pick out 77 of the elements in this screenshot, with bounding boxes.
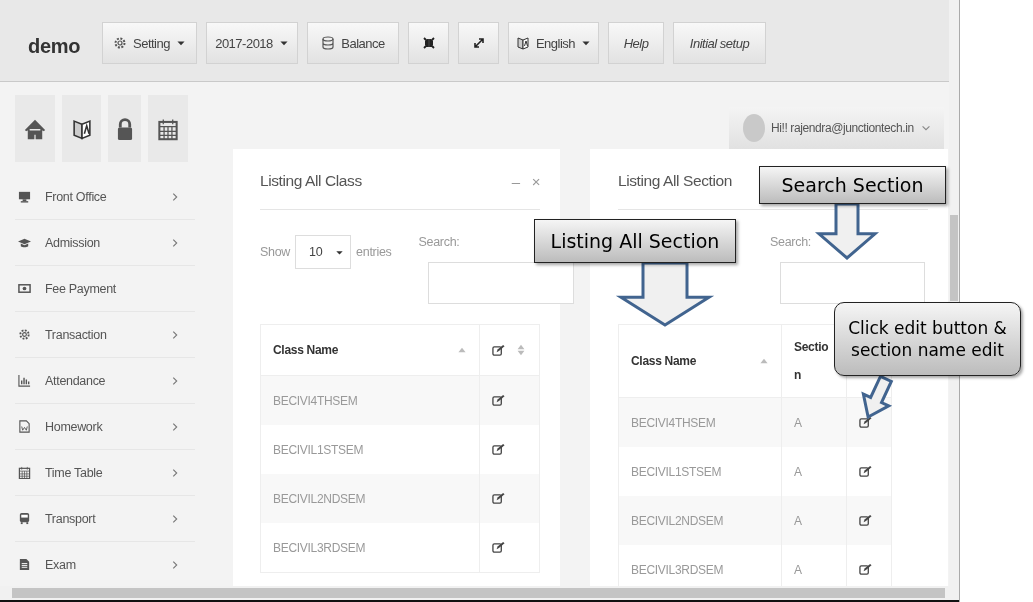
- translate-icon: [515, 36, 530, 50]
- monitor-icon: [18, 190, 31, 203]
- edit-icon: [859, 563, 872, 576]
- table-cell: BECIVIL3RDSEM: [260, 523, 480, 573]
- edit-icon: [492, 394, 506, 407]
- column-header[interactable]: [479, 324, 540, 376]
- document-icon: [18, 420, 31, 433]
- callout-label: Listing All Section: [534, 219, 736, 263]
- search-label: Search:: [770, 235, 811, 251]
- sidebar-item[interactable]: Admission: [15, 220, 195, 266]
- sidebar-item[interactable]: Time Table: [15, 450, 195, 496]
- sidebar-item[interactable]: Front Office: [15, 174, 195, 220]
- file-icon: [18, 558, 31, 571]
- shrink-icon: [421, 36, 436, 50]
- edit-icon: [859, 416, 872, 429]
- search-field[interactable]: [780, 262, 925, 304]
- sidebar-item[interactable]: Transaction: [15, 312, 195, 358]
- table-cell: BECIVI4THSEM: [618, 397, 782, 447]
- calendar-icon: [18, 466, 31, 479]
- shrink-button[interactable]: [408, 22, 449, 64]
- table-cell: BECIVIL2NDSEM: [260, 474, 480, 523]
- edit-icon: [859, 465, 872, 478]
- edit-button[interactable]: [859, 563, 872, 576]
- graduation-cap-icon: [18, 236, 31, 249]
- edit-button[interactable]: [859, 416, 872, 429]
- show-label: Show: [260, 245, 291, 259]
- edit-button[interactable]: [492, 541, 506, 554]
- callout-label: Click edit button & section name edit: [834, 302, 1021, 376]
- lock-tile[interactable]: [108, 95, 141, 162]
- panel-title: Listing All Section: [618, 172, 732, 190]
- edit-button[interactable]: [492, 394, 506, 407]
- sidebar-item[interactable]: Transport: [15, 496, 195, 542]
- header-button[interactable]: English: [508, 22, 599, 64]
- banknote-icon: [18, 282, 31, 295]
- table-cell: A: [781, 496, 847, 545]
- edit-icon: [492, 492, 506, 505]
- sidebar-item[interactable]: Fee Payment: [15, 266, 195, 312]
- calendar-tile[interactable]: [148, 95, 188, 162]
- edit-button[interactable]: [492, 492, 506, 505]
- header-button[interactable]: Balance: [307, 22, 399, 64]
- scrollbar-thumb[interactable]: [12, 588, 945, 598]
- search-label: Search:: [418, 235, 460, 251]
- sidebar-item[interactable]: Attendance: [15, 358, 195, 404]
- table-cell: BECIVIL2NDSEM: [618, 496, 782, 545]
- callout-label: Search Section: [759, 166, 946, 204]
- gear-icon: [113, 36, 127, 50]
- edit-icon: [492, 541, 506, 554]
- expand-button[interactable]: [458, 22, 499, 64]
- home-tile[interactable]: [15, 95, 55, 162]
- edit-button[interactable]: [492, 443, 506, 456]
- sidebar-item[interactable]: Homework: [15, 404, 195, 450]
- entries-label: entries: [356, 245, 392, 259]
- edit-button[interactable]: [859, 514, 872, 527]
- table-cell: A: [781, 397, 847, 447]
- header-button[interactable]: Setting: [102, 22, 197, 64]
- edit-button[interactable]: [859, 465, 872, 478]
- column-header[interactable]: Class Name: [618, 324, 782, 398]
- header-button[interactable]: Initial setup: [673, 22, 766, 64]
- expand-icon: [471, 36, 486, 50]
- edit-icon: [492, 343, 506, 357]
- bus-icon: [18, 512, 31, 525]
- database-icon: [321, 36, 336, 50]
- search-field[interactable]: [427, 262, 574, 304]
- header-button[interactable]: Help: [608, 22, 664, 64]
- panel-title: Listing All Class: [260, 172, 362, 190]
- column-header[interactable]: Class Name: [260, 324, 480, 376]
- bar-chart-icon: [18, 374, 31, 387]
- avatar-icon: [743, 114, 765, 142]
- edit-icon: [492, 443, 506, 456]
- header-button[interactable]: 2017-2018: [206, 22, 298, 64]
- translate-tile[interactable]: [62, 95, 101, 162]
- scrollbar-thumb[interactable]: [950, 215, 958, 301]
- app-logo[interactable]: demo: [28, 35, 93, 58]
- gear-icon: [18, 328, 31, 341]
- page-size-select[interactable]: 10: [295, 235, 352, 269]
- edit-icon: [859, 514, 872, 527]
- table-cell: BECIVI4THSEM: [260, 375, 480, 425]
